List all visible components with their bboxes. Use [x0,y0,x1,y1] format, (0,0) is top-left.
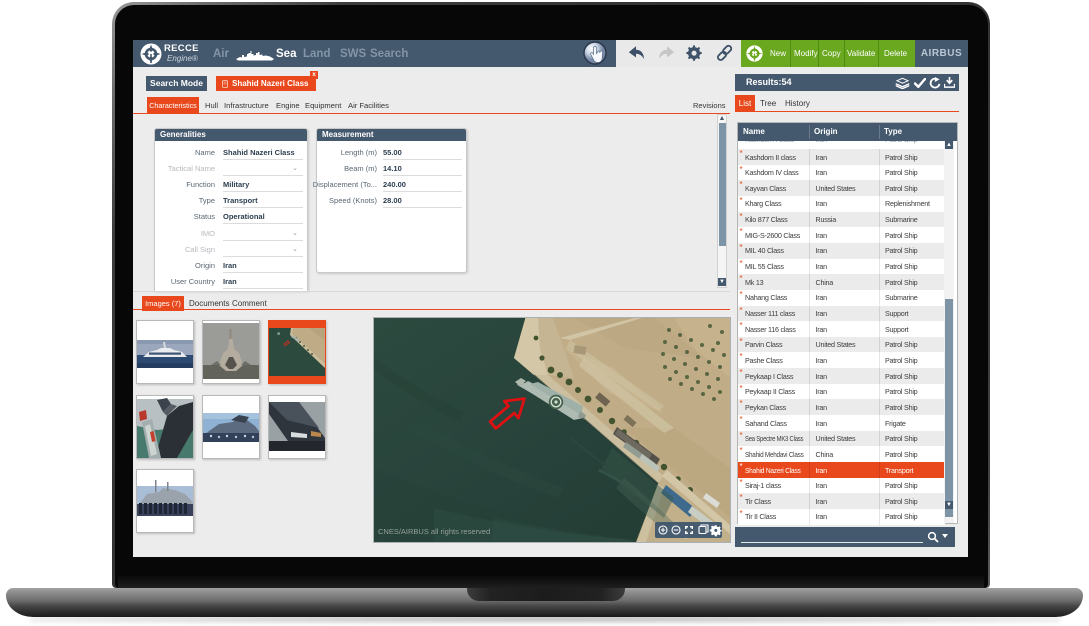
svg-text:CNES/AIRBUS all rights reserve: CNES/AIRBUS all rights reserved [378,527,490,536]
svg-text:■: ■ [277,331,280,337]
